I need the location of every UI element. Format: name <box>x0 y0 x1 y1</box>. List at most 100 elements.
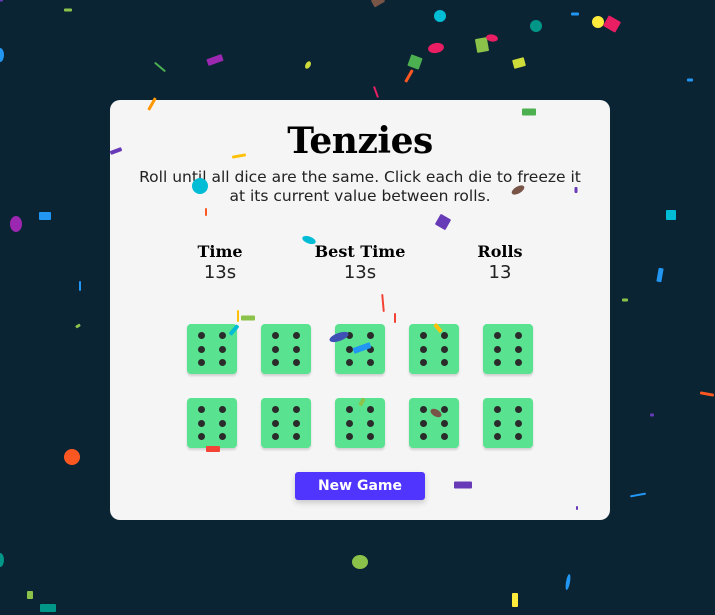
game-card: Tenzies Roll until all dice are the same… <box>110 100 610 520</box>
confetti-piece <box>370 0 386 8</box>
game-title: Tenzies <box>287 120 433 162</box>
stat-time-label: Time <box>197 242 243 261</box>
die-pip <box>346 345 353 353</box>
die[interactable] <box>409 398 459 448</box>
stat-rolls-label: Rolls <box>477 242 523 261</box>
confetti-piece <box>39 212 51 220</box>
die-pip <box>272 419 279 427</box>
confetti-piece <box>40 604 56 612</box>
die-pip <box>219 419 226 427</box>
die-pip <box>293 433 300 440</box>
confetti-piece <box>303 60 313 70</box>
confetti-piece <box>699 391 715 397</box>
die[interactable] <box>483 324 533 374</box>
confetti-piece <box>512 57 526 69</box>
die[interactable] <box>261 324 311 374</box>
die-pip <box>219 433 226 440</box>
confetti-piece <box>75 323 81 329</box>
confetti-piece <box>485 33 499 43</box>
die-pip <box>494 359 501 366</box>
confetti-piece <box>0 553 4 567</box>
confetti-piece <box>404 69 414 83</box>
die[interactable] <box>335 324 385 374</box>
die-pip <box>272 406 279 413</box>
confetti-piece <box>564 573 572 591</box>
die-pip <box>420 359 427 366</box>
confetti-piece <box>512 593 518 607</box>
die-pip <box>293 359 300 366</box>
confetti-piece <box>206 53 224 67</box>
confetti-piece <box>373 86 379 98</box>
die-pip <box>494 433 501 440</box>
die-pip <box>420 345 427 353</box>
stat-time: Time 13s <box>150 242 290 284</box>
new-game-button[interactable]: New Game <box>295 472 425 500</box>
die-pip <box>367 419 374 427</box>
die[interactable] <box>261 398 311 448</box>
die-pip <box>420 406 427 413</box>
die-pip <box>515 332 522 339</box>
die-pip <box>346 433 353 440</box>
confetti-piece <box>571 12 579 16</box>
die-pip <box>441 406 448 413</box>
stat-time-value: 13s <box>203 262 237 283</box>
die-pip <box>198 359 205 366</box>
die-pip <box>420 419 427 427</box>
die-pip <box>367 332 374 339</box>
die-pip <box>272 332 279 339</box>
die-pip <box>346 419 353 427</box>
die-pip <box>219 332 226 339</box>
die[interactable] <box>335 398 385 448</box>
die-pip <box>293 345 300 353</box>
confetti-piece <box>530 20 542 32</box>
die-pip <box>272 345 279 353</box>
die[interactable] <box>409 324 459 374</box>
confetti-piece <box>666 210 676 220</box>
confetti-piece <box>687 78 693 82</box>
confetti-piece <box>0 0 3 2</box>
confetti-piece <box>64 449 80 465</box>
die-pip <box>198 433 205 440</box>
die-pip <box>219 345 226 353</box>
die-pip <box>420 433 427 440</box>
die-pip <box>346 359 353 366</box>
die[interactable] <box>187 398 237 448</box>
die-pip <box>515 419 522 427</box>
die[interactable] <box>187 324 237 374</box>
die-pip <box>198 332 205 339</box>
confetti-piece <box>153 61 167 73</box>
die-pip <box>272 433 279 440</box>
die-pip <box>441 332 448 339</box>
stat-best-time: Best Time 13s <box>290 242 430 284</box>
game-instructions: Roll until all dice are the same. Click … <box>139 168 581 205</box>
die-pip <box>367 433 374 440</box>
confetti-piece <box>622 298 628 302</box>
die-pip <box>198 345 205 353</box>
confetti-piece <box>592 16 604 28</box>
die-pip <box>367 406 374 413</box>
die-pip <box>198 419 205 427</box>
confetti-piece <box>650 413 654 417</box>
confetti-piece <box>602 15 622 33</box>
confetti-piece <box>10 216 22 232</box>
die-pip <box>515 433 522 440</box>
confetti-piece <box>79 281 81 291</box>
confetti-piece <box>27 591 33 599</box>
die-pip <box>420 332 427 339</box>
confetti-piece <box>427 41 445 55</box>
confetti-piece <box>629 492 647 498</box>
die-pip <box>515 345 522 353</box>
confetti-piece <box>474 37 490 53</box>
confetti-piece <box>407 54 423 70</box>
die-pip <box>515 406 522 413</box>
die-pip <box>367 359 374 366</box>
die-pip <box>441 419 448 427</box>
die-pip <box>494 332 501 339</box>
die[interactable] <box>483 398 533 448</box>
die-pip <box>219 359 226 366</box>
die-pip <box>293 406 300 413</box>
stat-rolls: Rolls 13 <box>430 242 570 284</box>
die-pip <box>346 332 353 339</box>
die-pip <box>293 419 300 427</box>
game-screen: Tenzies Roll until all dice are the same… <box>0 0 715 615</box>
